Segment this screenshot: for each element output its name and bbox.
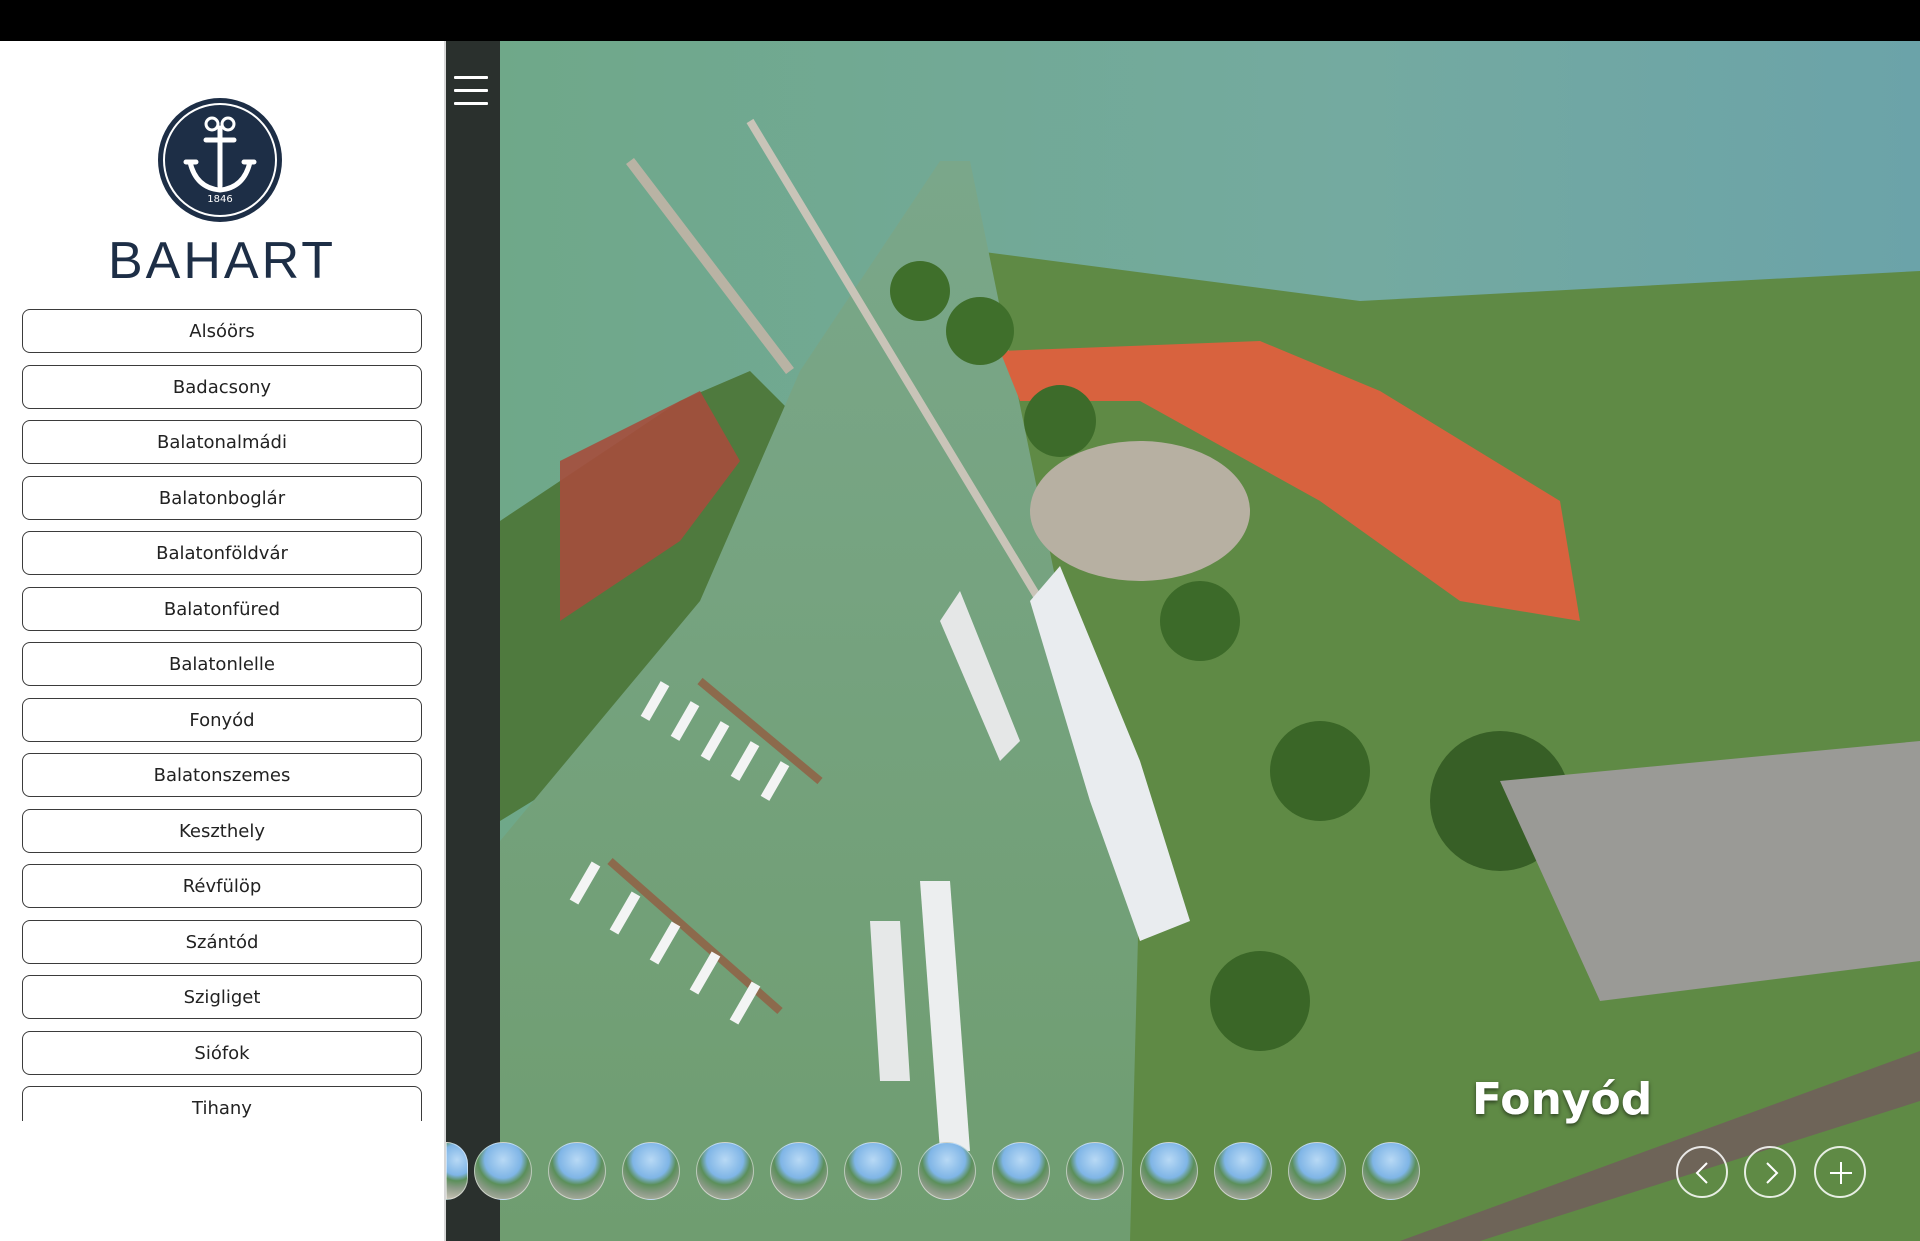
thumbnail-9[interactable] — [1066, 1142, 1124, 1200]
location-button-balatonboglar[interactable]: Balatonboglár — [22, 475, 422, 520]
thumbnail-6[interactable] — [844, 1142, 902, 1200]
location-button-keszthely[interactable]: Keszthely — [22, 808, 422, 853]
location-button-balatonfured[interactable]: Balatonfüred — [22, 586, 422, 631]
brand-name: BAHART — [108, 232, 336, 290]
location-button-fonyod[interactable]: Fonyód — [22, 697, 422, 742]
menu-button[interactable] — [452, 72, 492, 112]
location-button-revfulop[interactable]: Révfülöp — [22, 864, 422, 908]
location-button-balatonszemes[interactable]: Balatonszemes — [22, 753, 422, 797]
aerial-harbor-image — [500, 41, 1920, 1241]
thumbnail-2[interactable] — [548, 1142, 606, 1200]
top-bar — [0, 0, 1920, 41]
menu-icon — [454, 89, 488, 92]
previous-button[interactable] — [1676, 1146, 1728, 1198]
thumbnail-partial[interactable] — [446, 1142, 468, 1200]
location-button-balatonalmadi[interactable]: Balatonalmádi — [22, 420, 422, 464]
panorama-title: Fonyód — [1472, 1074, 1653, 1125]
chevron-right-icon — [1766, 1162, 1779, 1184]
sidebar: 1846 BAHART Alsóörs Badacsony Balatonalm… — [0, 41, 446, 1241]
thumbnail-strip[interactable] — [446, 1142, 1436, 1202]
thumbnail-4[interactable] — [696, 1142, 754, 1200]
location-list[interactable]: Alsóörs Badacsony Balatonalmádi Balatonb… — [22, 309, 422, 1121]
thumbnail-13[interactable] — [1362, 1142, 1420, 1200]
thumbnail-10[interactable] — [1140, 1142, 1198, 1200]
chevron-left-icon — [1695, 1162, 1708, 1184]
thumbnail-12[interactable] — [1288, 1142, 1346, 1200]
bahart-logo-icon: 1846 — [158, 98, 282, 222]
next-button[interactable] — [1744, 1146, 1796, 1198]
location-button-alsoors[interactable]: Alsóörs — [22, 309, 422, 353]
menu-icon — [454, 76, 488, 79]
svg-text:1846: 1846 — [207, 194, 232, 205]
plus-icon — [1830, 1162, 1852, 1184]
location-button-balatonlelle[interactable]: Balatonlelle — [22, 642, 422, 686]
expand-button[interactable] — [1814, 1146, 1866, 1198]
location-button-badacsony[interactable]: Badacsony — [22, 364, 422, 409]
thumbnail-1[interactable] — [474, 1142, 532, 1200]
location-button-szigliget[interactable]: Szigliget — [22, 975, 422, 1019]
menu-icon — [454, 102, 488, 105]
thumbnail-7[interactable] — [918, 1142, 976, 1200]
panorama-view[interactable] — [500, 41, 1920, 1241]
thumbnail-11[interactable] — [1214, 1142, 1272, 1200]
location-button-siofok[interactable]: Siófok — [22, 1030, 422, 1075]
location-button-tihany[interactable]: Tihany — [22, 1086, 422, 1121]
location-button-szantod[interactable]: Szántód — [22, 919, 422, 964]
location-button-balatonfoldvar[interactable]: Balatonföldvár — [22, 531, 422, 575]
thumbnail-3[interactable] — [622, 1142, 680, 1200]
thumbnail-8[interactable] — [992, 1142, 1050, 1200]
toolbar-strip — [446, 41, 500, 1241]
thumbnail-5[interactable] — [770, 1142, 828, 1200]
